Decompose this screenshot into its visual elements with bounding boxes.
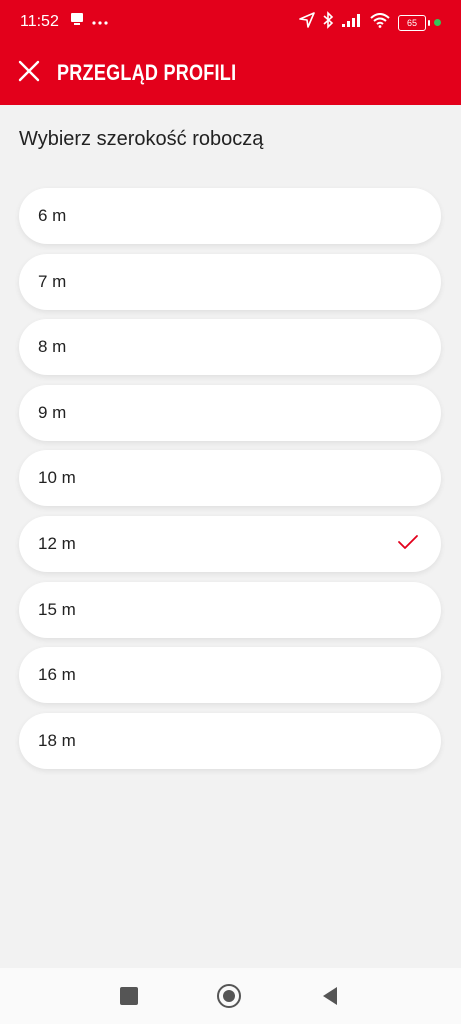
- option-6m[interactable]: 6 m: [19, 188, 441, 244]
- option-label: 9 m: [38, 402, 67, 422]
- option-label: 7 m: [38, 271, 67, 291]
- status-time: 11:52: [20, 13, 59, 30]
- width-options-list: 6 m 7 m 8 m 9 m 10 m 12 m 15 m 16 m 18 m: [19, 188, 441, 778]
- system-nav-bar: [0, 968, 461, 1024]
- home-circle-icon[interactable]: [217, 984, 241, 1008]
- wifi-icon: [370, 12, 390, 33]
- option-9m[interactable]: 9 m: [19, 384, 441, 441]
- status-bar: 11:52 65: [0, 0, 461, 44]
- status-right-icons: 65: [299, 11, 441, 34]
- option-label: 12 m: [38, 533, 76, 553]
- app-bar: PRZEGLĄD PROFILI: [0, 44, 461, 105]
- option-label: 16 m: [38, 665, 76, 685]
- page-title: PRZEGLĄD PROFILI: [57, 60, 237, 85]
- close-icon: [18, 60, 40, 87]
- back-triangle-icon[interactable]: [321, 986, 339, 1011]
- more-dots-icon: [92, 13, 108, 31]
- check-icon: [397, 533, 419, 556]
- option-label: 15 m: [38, 599, 76, 619]
- close-button[interactable]: [12, 56, 46, 90]
- option-label: 8 m: [38, 337, 67, 357]
- signal-icon: [342, 13, 362, 32]
- section-title: Wybierz szerokość roboczą: [19, 128, 264, 150]
- location-arrow-icon: [299, 12, 315, 33]
- option-16m[interactable]: 16 m: [19, 647, 441, 704]
- option-8m[interactable]: 8 m: [19, 319, 441, 376]
- option-label: 18 m: [38, 730, 76, 750]
- option-label: 10 m: [38, 468, 76, 488]
- option-12m[interactable]: 12 m: [19, 515, 441, 572]
- option-18m[interactable]: 18 m: [19, 712, 441, 769]
- status-left-icons: [70, 12, 108, 31]
- option-10m[interactable]: 10 m: [19, 450, 441, 507]
- privacy-dot-icon: [434, 19, 441, 26]
- option-label: 6 m: [38, 206, 67, 225]
- option-15m[interactable]: 15 m: [19, 581, 441, 638]
- recents-square-icon[interactable]: [120, 987, 138, 1005]
- notification-icon: [70, 12, 84, 31]
- bluetooth-icon: [323, 11, 334, 34]
- battery-icon: 65: [398, 14, 430, 31]
- option-7m[interactable]: 7 m: [19, 253, 441, 310]
